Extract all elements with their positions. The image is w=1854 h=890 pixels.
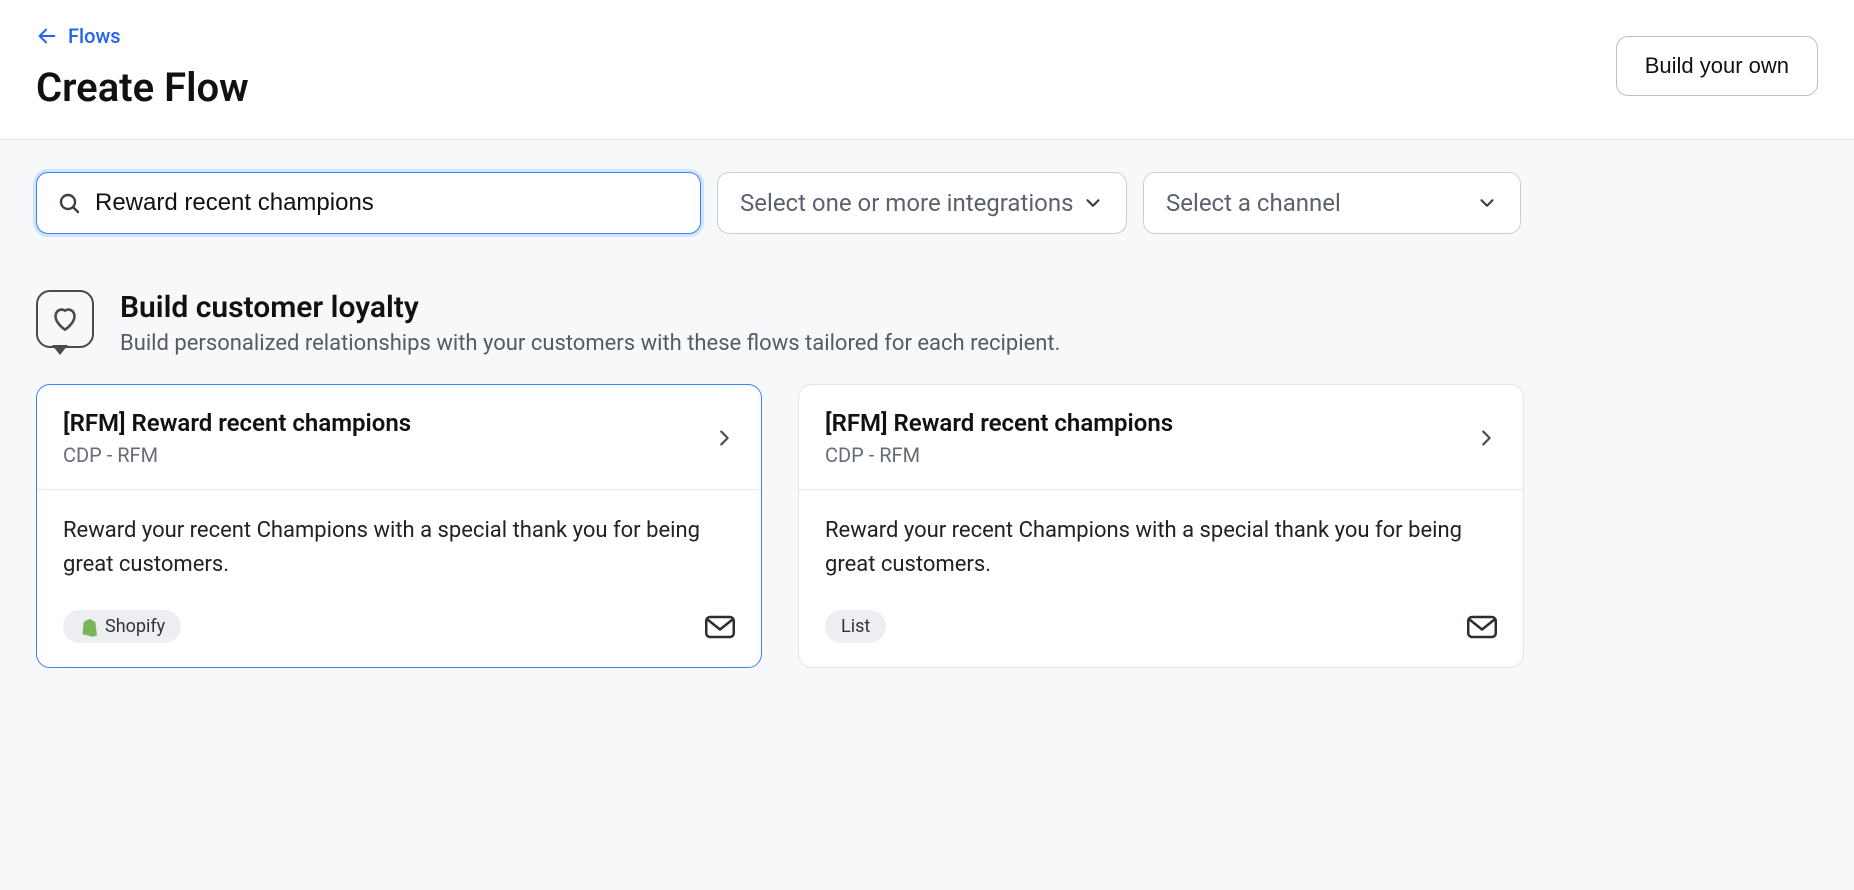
integration-tag-label: List [841, 616, 870, 637]
section-header: Build customer loyalty Build personalize… [36, 290, 1818, 356]
integration-tag-list: List [825, 610, 886, 643]
chevron-right-icon [1475, 427, 1497, 449]
search-icon [57, 191, 81, 215]
flow-card-head[interactable]: [RFM] Reward recent champions CDP - RFM [37, 385, 761, 490]
page-header: Flows Create Flow Build your own [0, 0, 1854, 140]
integrations-placeholder: Select one or more integrations [740, 189, 1074, 217]
breadcrumb-label: Flows [68, 24, 121, 48]
flow-card[interactable]: [RFM] Reward recent champions CDP - RFM … [798, 384, 1524, 668]
flow-card-footer: Shopify [37, 592, 761, 667]
integration-tag-label: Shopify [105, 616, 165, 637]
channel-placeholder: Select a channel [1166, 189, 1341, 217]
header-left: Flows Create Flow [36, 24, 249, 111]
flow-card-meta: CDP - RFM [63, 443, 411, 467]
flow-card[interactable]: [RFM] Reward recent champions CDP - RFM … [36, 384, 762, 668]
back-arrow-icon [36, 25, 58, 47]
chevron-down-icon [1082, 192, 1104, 214]
channel-select[interactable]: Select a channel [1143, 172, 1521, 234]
filters-row: Select one or more integrations Select a… [36, 172, 1818, 234]
shopify-icon [79, 617, 97, 637]
page-title: Create Flow [36, 64, 249, 111]
flow-card-desc: Reward your recent Champions with a spec… [37, 490, 761, 592]
chevron-down-icon [1476, 192, 1498, 214]
flow-card-meta: CDP - RFM [825, 443, 1173, 467]
mail-icon [1467, 615, 1497, 639]
chevron-right-icon [713, 427, 735, 449]
search-input[interactable] [95, 189, 680, 217]
loyalty-icon [36, 290, 94, 348]
flow-card-title: [RFM] Reward recent champions [825, 409, 1173, 437]
flow-card-footer: List [799, 592, 1523, 667]
flow-card-title: [RFM] Reward recent champions [63, 409, 411, 437]
content-area: Select one or more integrations Select a… [0, 140, 1854, 890]
mail-icon [705, 615, 735, 639]
integration-tag-shopify: Shopify [63, 610, 181, 643]
section-title: Build customer loyalty [120, 290, 1060, 325]
flow-card-desc: Reward your recent Champions with a spec… [799, 490, 1523, 592]
integrations-select[interactable]: Select one or more integrations [717, 172, 1127, 234]
build-your-own-button[interactable]: Build your own [1616, 36, 1818, 96]
search-field-wrap[interactable] [36, 172, 701, 234]
breadcrumb-flows[interactable]: Flows [36, 24, 249, 48]
cards-row: [RFM] Reward recent champions CDP - RFM … [36, 384, 1818, 668]
flow-card-head[interactable]: [RFM] Reward recent champions CDP - RFM [799, 385, 1523, 490]
section-subtitle: Build personalized relationships with yo… [120, 331, 1060, 356]
